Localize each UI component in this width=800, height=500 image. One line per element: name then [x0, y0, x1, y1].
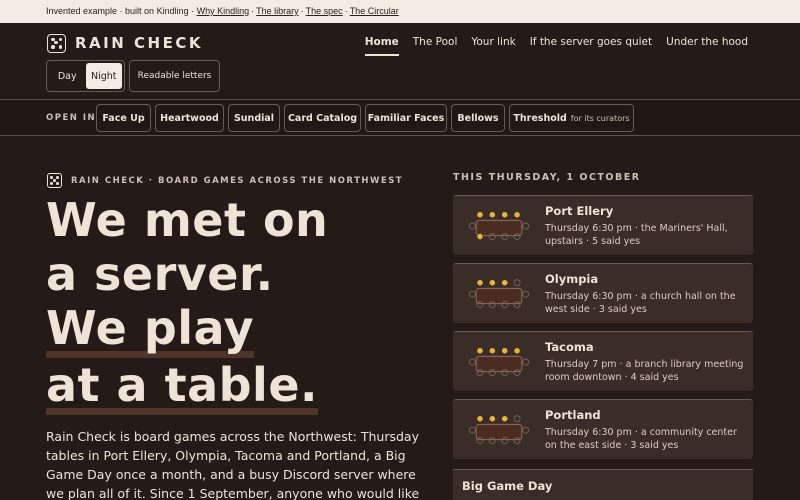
brand-logo[interactable]: RAIN CHECK: [47, 33, 203, 53]
seat-empty: [468, 290, 476, 298]
threshold-note: for its curators: [570, 113, 630, 123]
banner-link-why-kindling[interactable]: Why Kindling: [197, 6, 250, 16]
seat-filled: [476, 415, 484, 423]
meetup-city: Tacoma: [545, 340, 594, 354]
seat-empty: [468, 426, 476, 434]
seat-empty: [522, 222, 530, 230]
big-game-day-card[interactable]: Big Game Day: [453, 469, 753, 500]
die-icon: [47, 173, 62, 188]
seat-filled: [513, 347, 521, 355]
seat-filled: [476, 233, 484, 240]
seat-empty: [522, 426, 530, 434]
open-in-familiar-faces[interactable]: Familiar Faces: [365, 104, 447, 132]
seat-filled: [489, 279, 496, 287]
main-nav: Home The Pool Your link If the server go…: [364, 36, 748, 56]
eyebrow-text: RAIN CHECK · BOARD GAMES ACROSS THE NORT…: [71, 175, 404, 186]
seat-empty: [468, 222, 476, 230]
top-banner: Invented example · built on Kindling · W…: [0, 0, 800, 23]
seat-empty: [468, 358, 476, 366]
nav-under-the-hood[interactable]: Under the hood: [666, 36, 748, 56]
banner-link-spec[interactable]: The spec: [306, 6, 343, 16]
theme-night-option[interactable]: Night: [85, 63, 122, 89]
meetup-details: Thursday 6:30 pm · the Mariners' Hall, u…: [545, 223, 728, 247]
headline-line: a server.: [46, 247, 274, 301]
brand-name: RAIN CHECK: [75, 34, 203, 52]
headline-line-underlined: at a table.: [46, 362, 318, 415]
seat-filled: [476, 211, 484, 219]
schedule-title: THIS THURSDAY, 1 OCTOBER: [453, 172, 641, 183]
seat-filled: [501, 347, 509, 355]
banner-prefix: Invented example · built on Kindling ·: [46, 6, 195, 16]
meetup-card[interactable]: Tacoma Thursday 7 pm · a branch library m…: [453, 331, 753, 391]
seat-filled: [489, 415, 496, 423]
threshold-label: Threshold: [513, 112, 567, 124]
open-in-label: OPEN IN: [46, 113, 97, 123]
seat-empty: [522, 358, 530, 366]
die-icon: [47, 33, 66, 53]
nav-home[interactable]: Home: [364, 36, 399, 56]
open-in-card-catalog[interactable]: Card Catalog: [284, 104, 361, 132]
meetup-details: Thursday 7 pm · a branch library meeting…: [545, 359, 744, 383]
headline-line-underlined: We play: [46, 305, 255, 358]
seat-filled: [501, 415, 509, 423]
meetup-details: Thursday 6:30 pm · a community center on…: [545, 427, 737, 451]
nav-the-pool[interactable]: The Pool: [413, 36, 458, 56]
nav-your-link[interactable]: Your link: [471, 36, 515, 56]
open-in-threshold[interactable]: Threshold for its curators: [509, 104, 634, 132]
hero-intro: Rain Check is board games across the Nor…: [46, 429, 420, 500]
seat-filled: [489, 211, 496, 219]
meetup-card[interactable]: Port Ellery Thursday 6:30 pm · the Marine…: [453, 195, 753, 255]
meetup-card[interactable]: Portland Thursday 6:30 pm · a community c…: [453, 399, 753, 459]
open-in-bar: OPEN IN Face Up Heartwood Sundial Card C…: [0, 99, 800, 136]
hero-headline: We met on a server. We play at a table.: [46, 193, 436, 415]
meetup-city: Olympia: [545, 272, 599, 286]
theme-day-option[interactable]: Day: [49, 63, 86, 89]
banner-link-library[interactable]: The library: [256, 6, 299, 16]
readable-letters-button[interactable]: Readable letters: [129, 60, 220, 92]
seat-filled: [489, 347, 496, 355]
meetup-details: Thursday 6:30 pm · a church hall on the …: [545, 291, 736, 315]
hero-eyebrow: RAIN CHECK · BOARD GAMES ACROSS THE NORT…: [47, 173, 403, 188]
table-seating-icon: [468, 347, 530, 377]
table-seating-icon: [468, 211, 530, 241]
meetup-city: Portland: [545, 408, 601, 422]
seat-empty: [513, 279, 521, 287]
seat-empty: [522, 290, 530, 298]
seat-filled: [476, 347, 484, 355]
open-in-bellows[interactable]: Bellows: [451, 104, 505, 132]
theme-toggle: Day Night: [46, 60, 125, 92]
seat-filled: [476, 279, 484, 287]
nav-server-quiet[interactable]: If the server goes quiet: [530, 36, 652, 56]
seat-filled: [513, 211, 521, 219]
banner-link-circular[interactable]: The Circular: [350, 6, 399, 16]
meetup-card[interactable]: Olympia Thursday 6:30 pm · a church hall …: [453, 263, 753, 323]
headline-line: We met on: [46, 193, 329, 247]
open-in-heartwood[interactable]: Heartwood: [155, 104, 224, 132]
table-seating-icon: [468, 415, 530, 445]
big-game-day-title: Big Game Day: [462, 479, 553, 493]
seat-empty: [513, 415, 521, 423]
site-header: RAIN CHECK Home The Pool Your link If th…: [0, 23, 800, 99]
seat-filled: [501, 279, 509, 287]
open-in-sundial[interactable]: Sundial: [228, 104, 280, 132]
open-in-face-up[interactable]: Face Up: [96, 104, 151, 132]
meetup-city: Port Ellery: [545, 204, 614, 218]
table-seating-icon: [468, 279, 530, 309]
seat-filled: [501, 211, 509, 219]
